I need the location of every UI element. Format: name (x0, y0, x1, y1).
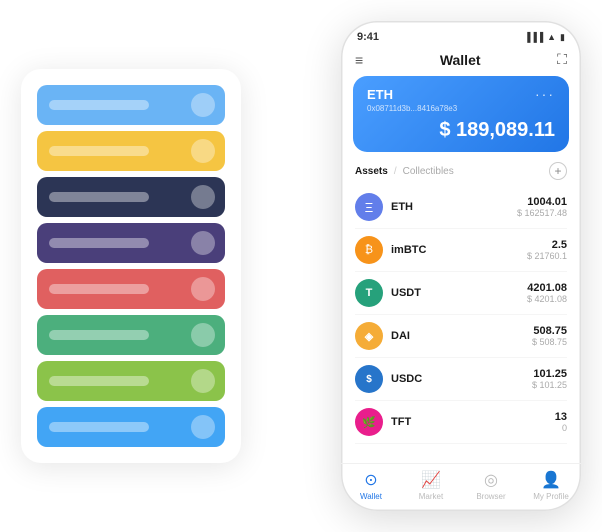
card-label-5 (49, 284, 149, 294)
stack-card-4 (37, 223, 225, 263)
nav-profile[interactable]: 👤 My Profile (521, 470, 581, 501)
eth-card-name: ETH (367, 87, 393, 102)
market-nav-label: Market (419, 492, 443, 501)
imbtc-amounts: 2.5 $ 21760.1 (527, 239, 567, 261)
profile-nav-label: My Profile (533, 492, 569, 501)
stack-card-5 (37, 269, 225, 309)
dai-icon: ◈ (355, 322, 383, 350)
stack-card-1 (37, 85, 225, 125)
card-icon-6 (191, 323, 215, 347)
battery-icon: ▮ (560, 32, 565, 43)
usdt-name: USDT (391, 287, 527, 299)
wallet-nav-label: Wallet (360, 492, 382, 501)
asset-row-eth[interactable]: Ξ ETH 1004.01 $ 162517.48 (355, 186, 567, 229)
eth-amount: 1004.01 (517, 196, 567, 208)
card-icon-7 (191, 369, 215, 393)
tft-amounts: 13 0 (555, 411, 567, 433)
scene: 9:41 ▐▐▐ ▲ ▮ ≡ Wallet ⛶ ETH ··· 0x08711d… (21, 16, 581, 516)
tab-divider: / (394, 166, 397, 177)
card-icon-2 (191, 139, 215, 163)
bottom-nav: ⊙ Wallet 📈 Market ◎ Browser 👤 My Profile (341, 463, 581, 511)
tab-assets[interactable]: Assets (355, 166, 388, 177)
dai-amount: 508.75 (532, 325, 567, 337)
assets-tabs: Assets / Collectibles (355, 166, 454, 177)
asset-row-imbtc[interactable]: ₿ imBTC 2.5 $ 21760.1 (355, 229, 567, 272)
add-asset-button[interactable]: + (549, 162, 567, 180)
card-icon-8 (191, 415, 215, 439)
tft-icon: 🌿 (355, 408, 383, 436)
usdt-usd: $ 4201.08 (527, 294, 567, 304)
stack-card-2 (37, 131, 225, 171)
asset-row-dai[interactable]: ◈ DAI 508.75 $ 508.75 (355, 315, 567, 358)
signal-icon: ▐▐▐ (524, 32, 543, 42)
hamburger-icon[interactable]: ≡ (355, 52, 363, 68)
eth-card-address: 0x08711d3b...8416a78e3 (367, 104, 555, 113)
eth-card-more-icon[interactable]: ··· (535, 86, 555, 102)
market-nav-icon: 📈 (421, 470, 441, 490)
usdc-usd: $ 101.25 (532, 380, 567, 390)
stack-card-7 (37, 361, 225, 401)
expand-icon[interactable]: ⛶ (557, 51, 567, 68)
usdt-amount: 4201.08 (527, 282, 567, 294)
card-stack (21, 69, 241, 463)
dai-usd: $ 508.75 (532, 337, 567, 347)
browser-nav-icon: ◎ (484, 470, 498, 490)
card-icon-3 (191, 185, 215, 209)
card-label-7 (49, 376, 149, 386)
assets-header: Assets / Collectibles + (341, 152, 581, 186)
asset-list: Ξ ETH 1004.01 $ 162517.48 ₿ imBTC 2.5 $ … (341, 186, 581, 463)
phone-time: 9:41 (357, 31, 379, 43)
tab-collectibles[interactable]: Collectibles (403, 166, 454, 177)
usdc-icon: $ (355, 365, 383, 393)
imbtc-usd: $ 21760.1 (527, 251, 567, 261)
usdc-amount: 101.25 (532, 368, 567, 380)
eth-card-header: ETH ··· (367, 86, 555, 102)
eth-name: ETH (391, 201, 517, 213)
phone-header: ≡ Wallet ⛶ (341, 47, 581, 76)
card-icon-4 (191, 231, 215, 255)
usdt-amounts: 4201.08 $ 4201.08 (527, 282, 567, 304)
eth-card[interactable]: ETH ··· 0x08711d3b...8416a78e3 $ 189,089… (353, 76, 569, 152)
asset-row-usdc[interactable]: $ USDC 101.25 $ 101.25 (355, 358, 567, 401)
eth-icon: Ξ (355, 193, 383, 221)
wallet-nav-icon: ⊙ (364, 470, 377, 490)
stack-card-8 (37, 407, 225, 447)
imbtc-amount: 2.5 (527, 239, 567, 251)
browser-nav-label: Browser (476, 492, 505, 501)
card-label-1 (49, 100, 149, 110)
eth-card-balance: $ 189,089.11 (367, 119, 555, 142)
dai-name: DAI (391, 330, 532, 342)
card-label-3 (49, 192, 149, 202)
dai-amounts: 508.75 $ 508.75 (532, 325, 567, 347)
eth-usd: $ 162517.48 (517, 208, 567, 218)
status-icons: ▐▐▐ ▲ ▮ (524, 32, 565, 43)
card-icon-1 (191, 93, 215, 117)
stack-card-3 (37, 177, 225, 217)
stack-card-6 (37, 315, 225, 355)
tft-amount: 13 (555, 411, 567, 423)
nav-browser[interactable]: ◎ Browser (461, 470, 521, 501)
usdt-icon: T (355, 279, 383, 307)
tft-name: TFT (391, 416, 555, 428)
eth-amounts: 1004.01 $ 162517.48 (517, 196, 567, 218)
usdc-amounts: 101.25 $ 101.25 (532, 368, 567, 390)
card-label-8 (49, 422, 149, 432)
card-label-4 (49, 238, 149, 248)
imbtc-icon: ₿ (355, 236, 383, 264)
card-label-6 (49, 330, 149, 340)
profile-nav-icon: 👤 (541, 470, 561, 490)
usdc-name: USDC (391, 373, 532, 385)
card-icon-5 (191, 277, 215, 301)
tft-usd: 0 (555, 423, 567, 433)
phone-frame: 9:41 ▐▐▐ ▲ ▮ ≡ Wallet ⛶ ETH ··· 0x08711d… (341, 21, 581, 511)
status-bar: 9:41 ▐▐▐ ▲ ▮ (341, 21, 581, 47)
nav-wallet[interactable]: ⊙ Wallet (341, 470, 401, 501)
asset-row-usdt[interactable]: T USDT 4201.08 $ 4201.08 (355, 272, 567, 315)
nav-market[interactable]: 📈 Market (401, 470, 461, 501)
asset-row-tft[interactable]: 🌿 TFT 13 0 (355, 401, 567, 444)
imbtc-name: imBTC (391, 244, 527, 256)
card-label-2 (49, 146, 149, 156)
wifi-icon: ▲ (547, 32, 556, 42)
page-title: Wallet (440, 52, 481, 68)
